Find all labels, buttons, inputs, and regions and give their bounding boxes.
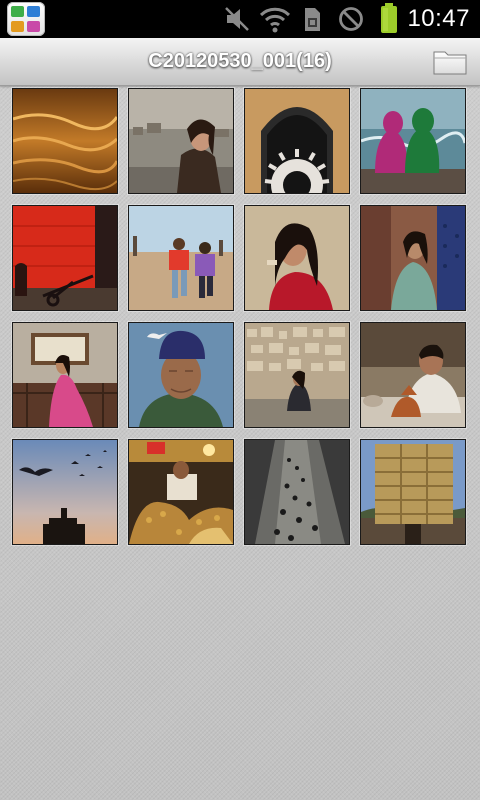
photo-red-wall-cart bbox=[13, 206, 117, 310]
photo-woman-rooftop-city bbox=[245, 323, 349, 427]
thumbnail[interactable] bbox=[12, 88, 118, 194]
photo-woman-city-overlook bbox=[129, 89, 233, 193]
photo-two-women-sea bbox=[361, 89, 465, 193]
status-bar: 10:47 bbox=[0, 0, 480, 38]
photo-children-running-beach bbox=[129, 206, 233, 310]
photo-market-spices-vendor bbox=[129, 440, 233, 544]
wifi-icon bbox=[259, 7, 291, 33]
thumbnail[interactable] bbox=[360, 439, 466, 545]
sim-card-icon bbox=[305, 8, 320, 31]
thumbnail[interactable] bbox=[360, 205, 466, 311]
thumbnail[interactable] bbox=[12, 322, 118, 428]
photo-arch-gear-sculpture bbox=[245, 89, 349, 193]
folder-icon[interactable] bbox=[432, 48, 468, 76]
app-launcher-icon[interactable] bbox=[7, 2, 45, 36]
thumbnail[interactable] bbox=[128, 205, 234, 311]
do-not-disturb-icon bbox=[339, 7, 363, 31]
photo-woman-pink-dress-window bbox=[13, 323, 117, 427]
photo-birds-dusk-tower bbox=[13, 440, 117, 544]
thumbnail[interactable] bbox=[12, 439, 118, 545]
thumbnail[interactable] bbox=[128, 322, 234, 428]
photo-aerial-street-crowd bbox=[245, 440, 349, 544]
thumbnail[interactable] bbox=[360, 322, 466, 428]
thumbnail[interactable] bbox=[244, 322, 350, 428]
photo-sand-ripples-sunset bbox=[13, 89, 117, 193]
thumbnail[interactable] bbox=[128, 439, 234, 545]
thumbnail[interactable] bbox=[128, 88, 234, 194]
thumbnail[interactable] bbox=[244, 439, 350, 545]
photo-old-man-blue-cap bbox=[129, 323, 233, 427]
thumbnail[interactable] bbox=[244, 88, 350, 194]
photo-hay-bale-stack bbox=[361, 440, 465, 544]
photo-woman-blue-door bbox=[361, 206, 465, 310]
thumbnail[interactable] bbox=[244, 205, 350, 311]
action-bar: C20120530_001(16) bbox=[0, 38, 480, 86]
thumbnail[interactable] bbox=[12, 205, 118, 311]
muted-volume-icon bbox=[225, 7, 249, 31]
photo-woman-red-dress bbox=[245, 206, 349, 310]
album-title: C20120530_001(16) bbox=[148, 50, 332, 72]
photo-man-pottery-stall bbox=[361, 323, 465, 427]
thumbnail[interactable] bbox=[360, 88, 466, 194]
battery-icon bbox=[381, 3, 397, 33]
status-clock: 10:47 bbox=[407, 5, 470, 32]
